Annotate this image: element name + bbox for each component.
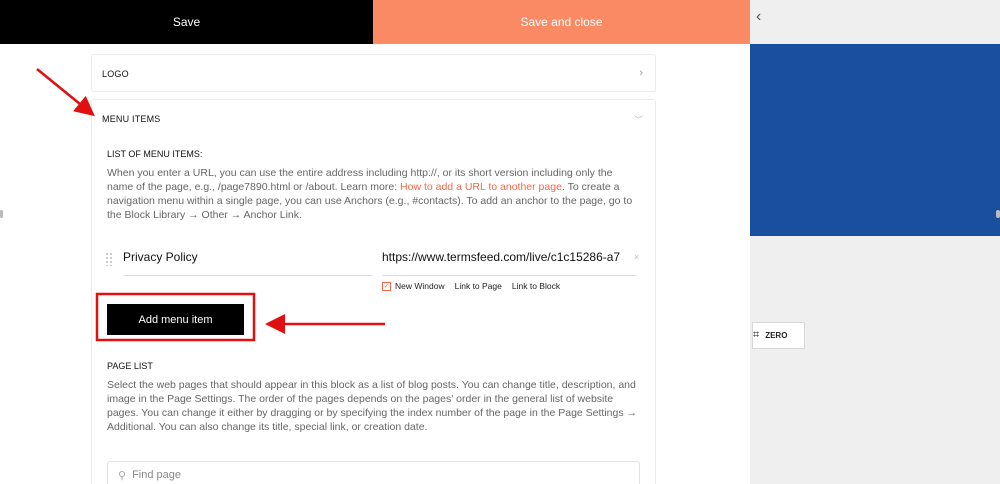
page: Save Save and close ‹ ⌗ ZERO LOGO › MENU… [0,0,1000,484]
link-to-page-link[interactable]: Link to Page [455,281,502,291]
new-window-checkbox[interactable]: ✓ New Window [382,281,445,291]
save-button[interactable]: Save [0,0,373,44]
find-page-search: ⚲ [107,461,640,484]
top-action-bar: Save Save and close [0,0,750,44]
page-list-label: PAGE LIST [107,361,153,371]
annotation-arrow-menu-items [36,68,95,117]
add-url-help-link[interactable]: How to add a URL to another page [400,181,562,193]
left-scroll-handle[interactable] [0,210,3,218]
logo-panel[interactable]: LOGO › [91,54,656,92]
menu-items-panel: MENU ITEMS ﹀ LIST OF MENU ITEMS: When yo… [91,99,656,484]
crop-icon: ⌗ [753,329,760,341]
logo-panel-title[interactable]: LOGO [92,55,655,93]
drag-handle-icon[interactable] [105,252,113,266]
zero-label: ZERO [765,331,788,340]
menu-item-options: ✓ New Window Link to Page Link to Block [382,281,560,291]
zero-block-button[interactable]: ⌗ ZERO [752,322,805,349]
clear-url-icon[interactable]: × [634,252,639,262]
collapse-panel-icon[interactable]: ‹ [756,8,761,26]
menu-items-description: When you enter a URL, you can use the en… [107,166,639,222]
add-menu-item-button[interactable]: Add menu item [107,304,244,335]
right-scroll-handle[interactable] [996,210,1000,218]
save-and-close-button[interactable]: Save and close [373,0,750,44]
list-of-menu-items-label: LIST OF MENU ITEMS: [107,149,203,159]
find-page-input[interactable] [132,469,613,481]
chevron-down-icon: ﹀ [633,115,643,125]
checkmark-icon: ✓ [382,281,391,291]
menu-items-panel-title[interactable]: MENU ITEMS [92,100,655,138]
menu-item-title-field[interactable]: Privacy Policy [123,248,373,276]
chevron-right-icon: › [639,67,643,79]
page-list-description: Select the web pages that should appear … [107,379,638,433]
preview-blue-block [750,44,1000,236]
menu-item-url-field[interactable]: https://www.termsfeed.com/live/c1c15286-… [382,248,637,276]
link-to-block-link[interactable]: Link to Block [512,281,560,291]
search-icon: ⚲ [118,469,127,482]
new-window-label: New Window [395,281,445,291]
